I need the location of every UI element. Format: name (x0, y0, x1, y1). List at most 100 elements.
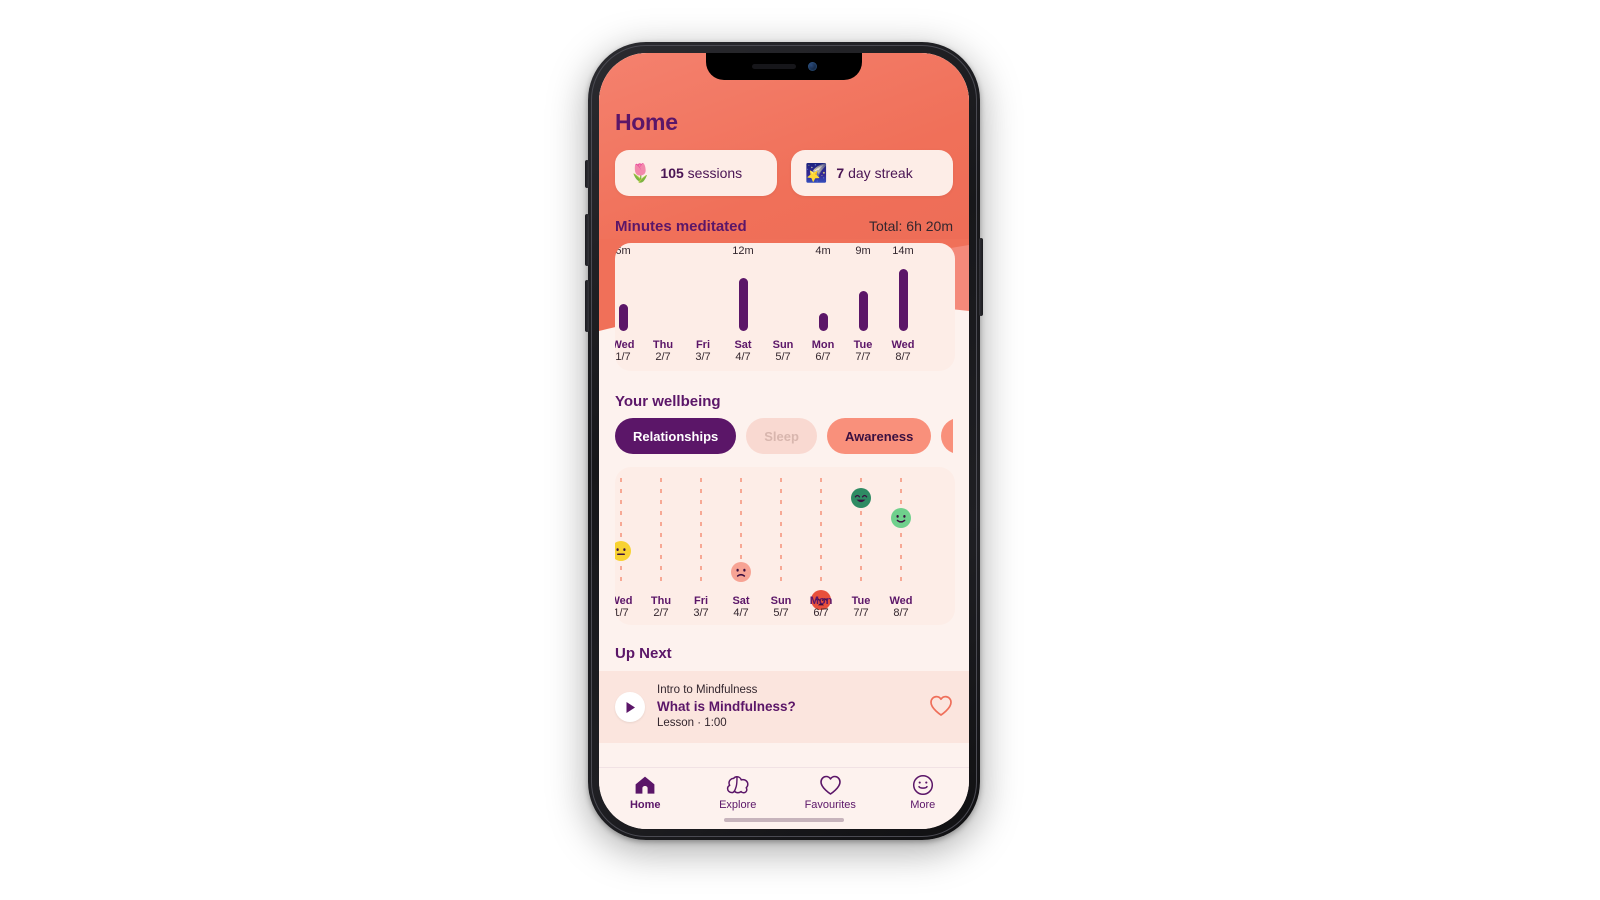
wellbeing-pill-awareness[interactable]: Awareness (826, 418, 932, 454)
wellbeing-mood-chart[interactable]: Wed1/7 Thu2/7 Fri3/7 Sat4/7 Sun5/7 Mon6/7 Tue7… (615, 467, 921, 625)
mood-column[interactable]: Mon 6/7 (801, 467, 841, 625)
silent-switch[interactable] (585, 160, 589, 188)
volume-up-button[interactable] (585, 214, 589, 266)
bar-column[interactable]: 4m Mon 6/7 (803, 243, 843, 371)
wellbeing-pill-focus[interactable]: Focus (941, 418, 953, 454)
mood-day-label: Wed1/7 (615, 595, 633, 619)
earpiece-speaker-icon (751, 64, 796, 69)
mood-column[interactable]: Fri 3/7 (681, 467, 721, 625)
phone-device: Home 🌷 105 sessions 🌠 7 day streak Minut… (585, 42, 983, 840)
tab-explore[interactable]: Explore (692, 774, 785, 811)
tab-more-label: More (910, 799, 936, 811)
wellbeing-filter-scroller[interactable]: RelationshipsSleepAwareness Focus (615, 418, 953, 454)
bar (818, 313, 828, 331)
heart-outline-icon (819, 774, 842, 796)
tab-explore-label: Explore (719, 799, 757, 811)
minutes-chart-card[interactable]: 6m Wed 1/7 Thu 2/7 Fri 3/7 12m Sat 4/7 Sun 5/7 4m Mon… (615, 243, 955, 371)
mood-gridline (660, 478, 662, 587)
sessions-stat-text: 105 sessions (660, 165, 743, 181)
streak-stat[interactable]: 🌠 7 day streak (791, 150, 953, 196)
mood-day-label: Tue 7/7 (851, 595, 871, 619)
mood-day-label: Fri 3/7 (693, 595, 709, 619)
bar-track (843, 259, 883, 337)
bar-day-label: Wed 1/7 (615, 339, 635, 363)
mood-day-label: Wed 8/7 (889, 595, 913, 619)
bar (898, 269, 908, 331)
up-next-duration: Lesson · 1:00 (657, 717, 727, 729)
bar-track (643, 259, 683, 337)
tab-home[interactable]: Home (599, 774, 692, 811)
mood-column[interactable]: Sat 4/7 (721, 467, 761, 625)
up-next-title: What is Mindfulness? (657, 699, 796, 714)
play-button[interactable] (615, 692, 645, 722)
bar (738, 277, 748, 331)
minutes-total-label: Total: 6h 20m (868, 218, 953, 234)
bar-column[interactable]: 6m Wed 1/7 (615, 243, 643, 371)
bar-day-label: Tue 7/7 (853, 339, 873, 363)
mood-day-label: Mon 6/7 (809, 595, 833, 619)
bar (618, 304, 628, 331)
bar-column[interactable]: 9m Tue 7/7 (843, 243, 883, 371)
up-next-section-title: Up Next (615, 645, 672, 662)
wellbeing-pill-sleep: Sleep (746, 418, 817, 454)
mood-face-happy[interactable] (891, 508, 911, 529)
minutes-bar-chart[interactable]: 6m Wed 1/7 Thu 2/7 Fri 3/7 12m Sat 4/7 Sun 5/7 4m Mon… (615, 243, 925, 371)
home-icon (634, 774, 656, 796)
sessions-stat[interactable]: 🌷 105 sessions (615, 150, 777, 196)
minutes-section-header: Minutes meditated Total: 6h 20m (615, 218, 953, 235)
mood-face-very-happy[interactable] (851, 487, 871, 508)
play-icon (626, 701, 635, 713)
mood-column[interactable]: Wed1/7 (615, 467, 641, 625)
wellbeing-section-header: Your wellbeing (615, 393, 953, 410)
volume-down-button[interactable] (585, 280, 589, 332)
mood-column[interactable]: Tue 7/7 (841, 467, 881, 625)
up-next-meta: Intro to Mindfulness What is Mindfulness… (657, 683, 917, 731)
up-next-card[interactable]: Intro to Mindfulness What is Mindfulness… (599, 671, 969, 743)
wellbeing-section-title: Your wellbeing (615, 393, 721, 410)
bar-column[interactable]: 14m Wed 8/7 (883, 243, 923, 371)
stats-row: 🌷 105 sessions 🌠 7 day streak (615, 150, 953, 196)
minutes-section-title: Minutes meditated (615, 218, 747, 235)
bar-value-label: 9m (855, 245, 871, 257)
mood-column[interactable]: Thu 2/7 (641, 467, 681, 625)
power-button[interactable] (979, 238, 983, 316)
bar-day-label: Wed 8/7 (891, 339, 915, 363)
tab-home-label: Home (629, 799, 661, 811)
mood-face-sad[interactable] (731, 561, 751, 582)
bar-column[interactable]: 12m Sat 4/7 (723, 243, 763, 371)
streak-stat-text: 7 day streak (836, 165, 913, 181)
favourite-button[interactable] (929, 695, 953, 719)
shooting-star-icon: 🌠 (805, 163, 828, 183)
mood-day-label: Thu 2/7 (650, 595, 672, 619)
tab-more[interactable]: More (877, 774, 970, 811)
bar-column[interactable]: Fri 3/7 (683, 243, 723, 371)
wellbeing-mood-card[interactable]: Wed1/7 Thu2/7 Fri3/7 Sat4/7 Sun5/7 Mon6/7 Tue7… (615, 467, 955, 625)
mood-gridline (620, 478, 622, 587)
bar-day-label: Sat 4/7 (734, 339, 752, 363)
tab-favourites-label: Favourites (804, 799, 856, 811)
wellbeing-pill-relationships[interactable]: Relationships (615, 418, 737, 454)
main-scroll-area[interactable]: Home 🌷 105 sessions 🌠 7 day streak Minut… (599, 53, 969, 767)
mood-day-label: Sat 4/7 (732, 595, 750, 619)
bar-value-label: 6m (615, 245, 631, 257)
bar-track (683, 259, 723, 337)
mood-face-neutral[interactable] (615, 541, 631, 562)
home-indicator (724, 818, 844, 822)
heart-outline-icon (930, 695, 952, 716)
bar (858, 291, 868, 331)
phone-screen: Home 🌷 105 sessions 🌠 7 day streak Minut… (599, 53, 969, 829)
bar-track (883, 259, 923, 337)
brain-cloud-icon (726, 774, 750, 796)
bar-track (803, 259, 843, 337)
mood-column[interactable]: Sun 5/7 (761, 467, 801, 625)
bar-value-label: 14m (892, 245, 914, 257)
mood-column[interactable]: Wed 8/7 (881, 467, 921, 625)
bar-day-label: Thu 2/7 (652, 339, 674, 363)
tab-favourites[interactable]: Favourites (784, 774, 877, 811)
app-root: Home 🌷 105 sessions 🌠 7 day streak Minut… (599, 53, 969, 829)
bar-value-label: 12m (732, 245, 754, 257)
screenshot-canvas: Home 🌷 105 sessions 🌠 7 day streak Minut… (0, 0, 1600, 900)
bar-column[interactable]: Sun 5/7 (763, 243, 803, 371)
bar-column[interactable]: Thu 2/7 (643, 243, 683, 371)
bar-day-label: Mon 6/7 (811, 339, 835, 363)
